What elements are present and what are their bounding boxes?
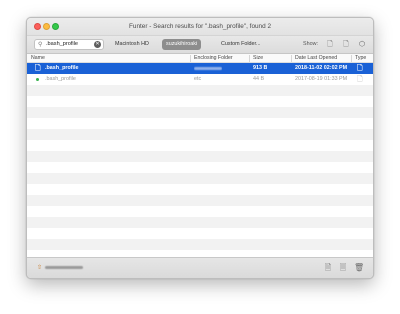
empty-row	[27, 173, 373, 184]
toolbar: ⚲ .bash_profile ✕ Macintosh HD suzukihir…	[27, 36, 373, 54]
title-bar: Funter - Search results for ".bash_profi…	[27, 18, 373, 36]
show-label: Show:	[303, 41, 318, 47]
results-list: 🗋 .bash_profile 913 B 2018-11-02 02:02 P…	[27, 63, 373, 250]
empty-row	[27, 206, 373, 217]
scope-custom-folder[interactable]: Custom Folder...	[217, 39, 265, 50]
file-name: .bash_profile	[45, 65, 79, 71]
scope-user-folder[interactable]: suzukihiroaki	[162, 39, 202, 50]
empty-row	[27, 195, 373, 206]
column-divider[interactable]	[249, 55, 250, 62]
table-header: Name Enclosing Folder Size Date Last Ope…	[27, 54, 373, 63]
document-icon: 🗋	[35, 65, 41, 72]
status-dot-icon	[36, 78, 39, 81]
scope-macintosh-hd[interactable]: Macintosh HD	[111, 39, 153, 50]
empty-row	[27, 140, 373, 151]
open-file-icon[interactable]: 🗎	[323, 263, 333, 273]
empty-row	[27, 162, 373, 173]
date-last-opened: 2017-08-19 01:33 PM	[295, 76, 348, 82]
package-icon[interactable]: ⬡	[357, 39, 367, 50]
column-enclosing-folder[interactable]: Enclosing Folder	[194, 54, 233, 63]
search-icon: ⚲	[38, 42, 43, 48]
column-divider[interactable]	[190, 55, 191, 62]
search-input[interactable]: .bash_profile	[46, 40, 78, 49]
maximize-window-button[interactable]	[52, 23, 59, 30]
empty-row	[27, 85, 373, 96]
empty-row	[27, 239, 373, 250]
close-window-button[interactable]	[34, 23, 41, 30]
document-type-icon: 🗋	[357, 65, 363, 72]
column-divider[interactable]	[291, 55, 292, 62]
document-type-icon: 🗋	[357, 76, 363, 83]
path-redacted	[45, 266, 83, 269]
file-size: 44 B	[253, 76, 265, 82]
table-row[interactable]: .bash_profile etc 44 B 2017-08-19 01:33 …	[27, 74, 373, 85]
minimize-window-button[interactable]	[43, 23, 50, 30]
date-last-opened: 2018-11-02 02:02 PM	[295, 65, 348, 71]
file-name: .bash_profile	[45, 76, 76, 82]
file-size: 913 B	[253, 65, 268, 71]
home-folder-icon: ⇧	[37, 265, 43, 271]
empty-row	[27, 118, 373, 129]
funter-window: Funter - Search results for ".bash_profi…	[26, 17, 374, 279]
empty-row	[27, 96, 373, 107]
reveal-in-finder-icon[interactable]: 🗏	[338, 263, 348, 273]
empty-row	[27, 217, 373, 228]
visible-file-icon[interactable]: 🗋	[325, 39, 335, 50]
enclosing-folder: etc	[194, 76, 202, 82]
trash-icon[interactable]: 🗑	[354, 263, 364, 273]
empty-row	[27, 228, 373, 239]
column-size[interactable]: Size	[253, 54, 263, 63]
empty-row	[27, 129, 373, 140]
bottom-bar: ⇧ 🗎 🗏 🗑	[27, 257, 373, 278]
table-row[interactable]: 🗋 .bash_profile 913 B 2018-11-02 02:02 P…	[27, 63, 373, 74]
column-name[interactable]: Name	[31, 54, 45, 63]
window-title: Funter - Search results for ".bash_profi…	[128, 23, 271, 30]
column-date-last-opened[interactable]: Date Last Opened	[295, 54, 337, 63]
empty-row	[27, 151, 373, 162]
search-field[interactable]: ⚲ .bash_profile ✕	[34, 39, 104, 50]
clear-icon[interactable]: ✕	[94, 41, 101, 48]
column-divider[interactable]	[351, 55, 352, 62]
hidden-file-icon[interactable]: 🗋	[341, 39, 351, 50]
empty-row	[27, 107, 373, 118]
column-type[interactable]: Type	[355, 54, 366, 63]
empty-row	[27, 184, 373, 195]
